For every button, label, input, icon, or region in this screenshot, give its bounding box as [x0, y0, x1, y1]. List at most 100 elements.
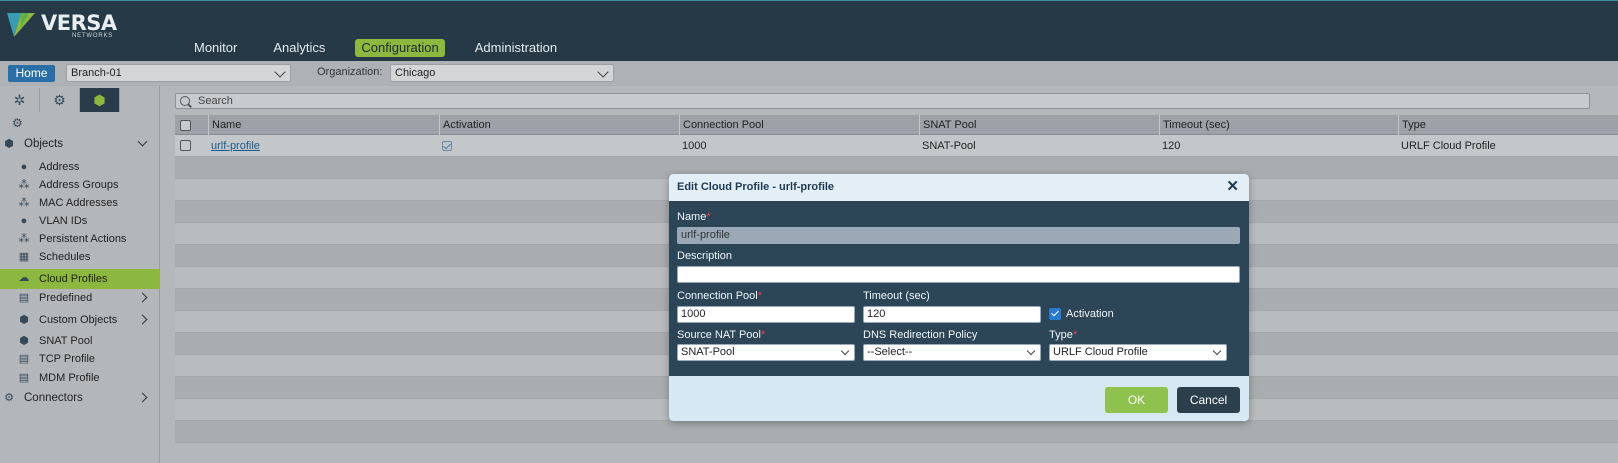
pin-group-icon: ⁂ [18, 233, 30, 245]
brand-sub: NETWORKS [72, 33, 114, 39]
top-bar: VERSA NETWORKS Monitor Analytics Configu… [0, 0, 1618, 61]
sidebar-item-label: Objects [24, 138, 63, 150]
nav-configuration[interactable]: Configuration [355, 39, 445, 57]
chevron-down-icon [1212, 346, 1222, 356]
chevron-right-icon [137, 392, 148, 403]
mdm-icon: ▤ [18, 372, 30, 384]
table-row[interactable]: urlf-profile 1000 SNAT-Pool 120 URLF Clo… [175, 135, 1618, 157]
sidebar-item-label: TCP Profile [39, 353, 96, 365]
sidebar-item-custom-objects[interactable]: ⬢ Custom Objects [0, 311, 160, 329]
source-nat-pool-select[interactable]: SNAT-Pool [677, 344, 855, 361]
column-header-name[interactable]: Name [208, 115, 439, 135]
row-timeout: 120 [1162, 140, 1181, 152]
sidebar-item-vlan-ids[interactable]: ● VLAN IDs [0, 212, 160, 230]
table-header: Name Activation Connection Pool SNAT Poo… [175, 115, 1618, 135]
search-placeholder: Search [198, 95, 233, 107]
type-label: Type* [1049, 329, 1078, 341]
check-icon [442, 141, 452, 151]
tab-objects[interactable]: ⬢ [80, 88, 120, 112]
organization-select[interactable]: Chicago [390, 64, 614, 82]
dns-redirection-policy-select[interactable]: --Select-- [863, 344, 1041, 361]
edit-cloud-profile-dialog: Edit Cloud Profile - urlf-profile ✕ Name… [669, 174, 1249, 421]
sidebar-item-snat-pool[interactable]: ⬢ SNAT Pool [0, 332, 160, 350]
source-nat-pool-value: SNAT-Pool [681, 346, 735, 358]
sidebar-item-label: Address Groups [39, 179, 119, 191]
sidebar-item-label: MDM Profile [39, 372, 100, 384]
sidebar-item-predefined[interactable]: ▤ Predefined [0, 289, 160, 307]
dns-redirection-policy-label: DNS Redirection Policy [863, 329, 978, 341]
sidebar-item-label: MAC Addresses [39, 197, 118, 209]
organization-select-value: Chicago [395, 67, 436, 79]
custom-objects-icon: ⬢ [19, 314, 29, 326]
type-select[interactable]: URLF Cloud Profile [1049, 344, 1227, 361]
sidebar-item-label: Persistent Actions [39, 233, 127, 245]
source-nat-pool-label: Source NAT Pool* [677, 329, 766, 341]
column-header-activation[interactable]: Activation [439, 115, 679, 135]
snat-icon: ⬢ [19, 335, 29, 347]
versa-logo[interactable]: VERSA NETWORKS [5, 7, 125, 41]
sidebar-item-persistent-actions[interactable]: ⁂ Persistent Actions [0, 230, 160, 248]
description-field[interactable] [677, 266, 1240, 283]
connection-pool-field[interactable]: 1000 [677, 306, 855, 323]
connection-pool-label: Connection Pool* [677, 290, 763, 302]
select-all-checkbox[interactable] [180, 120, 191, 131]
nav-analytics[interactable]: Analytics [267, 39, 331, 57]
column-header-timeout[interactable]: Timeout (sec) [1159, 115, 1398, 135]
column-header-snat-pool[interactable]: SNAT Pool [919, 115, 1159, 135]
tab-settings[interactable]: ⚙ [40, 88, 80, 112]
sidebar-item-mac-addresses[interactable]: ⁂ MAC Addresses [0, 194, 160, 212]
dialog-footer: OK Cancel [669, 376, 1249, 421]
sidebar-item-mdm-profile[interactable]: ▤ MDM Profile [0, 369, 160, 387]
activation-checkbox[interactable] [1049, 308, 1061, 320]
column-header-type[interactable]: Type [1398, 115, 1618, 135]
sidebar-item-schedules[interactable]: ▦ Schedules [0, 248, 160, 266]
home-button[interactable]: Home [8, 65, 55, 82]
timeout-field[interactable]: 120 [863, 306, 1041, 323]
search-input[interactable]: Search [175, 93, 1590, 109]
dialog-header: Edit Cloud Profile - urlf-profile ✕ [669, 174, 1249, 201]
cube-icon: ⬢ [93, 91, 106, 108]
chevron-down-icon [597, 66, 609, 78]
nav-monitor[interactable]: Monitor [188, 39, 243, 57]
chevron-down-icon [840, 346, 850, 356]
timeout-label: Timeout (sec) [863, 290, 930, 302]
sidebar-item-cloud-profiles[interactable]: ☁ Cloud Profiles [0, 269, 160, 289]
sidebar-item-label: SNAT Pool [39, 335, 93, 347]
predefined-icon: ▤ [18, 292, 30, 304]
close-icon[interactable]: ✕ [1226, 179, 1239, 194]
sidebar-item-connectors[interactable]: ⚙ Connectors [0, 389, 160, 407]
device-select[interactable]: Branch-01 [66, 64, 291, 82]
versa-logo-icon [7, 13, 35, 37]
sidebar-item-label: Schedules [39, 251, 91, 263]
empty-row [175, 421, 1618, 443]
cloud-icon: ☁ [18, 272, 30, 284]
sidebar-item-tcp-profile[interactable]: ▤ TCP Profile [0, 350, 160, 368]
organization-label: Organization: [317, 66, 383, 78]
globe-gear-icon[interactable]: ⚙ [12, 116, 23, 130]
row-name-link[interactable]: urlf-profile [208, 135, 260, 157]
type-value: URLF Cloud Profile [1053, 346, 1148, 358]
sidebar-item-label: VLAN IDs [39, 215, 88, 227]
calendar-icon: ▦ [18, 251, 30, 263]
sidebar-item-address[interactable]: ● Address [0, 158, 160, 176]
sidebar-item-objects[interactable]: ⬢ Objects [0, 135, 160, 153]
name-field[interactable]: urlf-profile [677, 227, 1240, 244]
tab-network[interactable]: ✲ [0, 88, 40, 112]
dns-redirection-policy-value: --Select-- [867, 346, 913, 358]
cancel-button[interactable]: Cancel [1177, 387, 1240, 413]
objects-icon: ⬢ [4, 138, 14, 150]
nav-administration[interactable]: Administration [469, 39, 563, 57]
search-icon [180, 96, 190, 106]
tcp-icon: ▤ [18, 353, 30, 365]
chevron-down-icon [1026, 346, 1036, 356]
sidebar-item-address-groups[interactable]: ⁂ Address Groups [0, 176, 160, 194]
pin-icon: ● [20, 161, 28, 173]
sidebar-item-label: Custom Objects [39, 314, 118, 326]
row-checkbox[interactable] [180, 140, 191, 151]
chevron-right-icon [137, 314, 148, 325]
row-connection-pool: 1000 [682, 140, 707, 152]
ok-button[interactable]: OK [1105, 387, 1168, 413]
column-header-connection-pool[interactable]: Connection Pool [679, 115, 919, 135]
pin-group-icon: ⁂ [18, 197, 30, 209]
network-icon: ✲ [13, 91, 26, 108]
